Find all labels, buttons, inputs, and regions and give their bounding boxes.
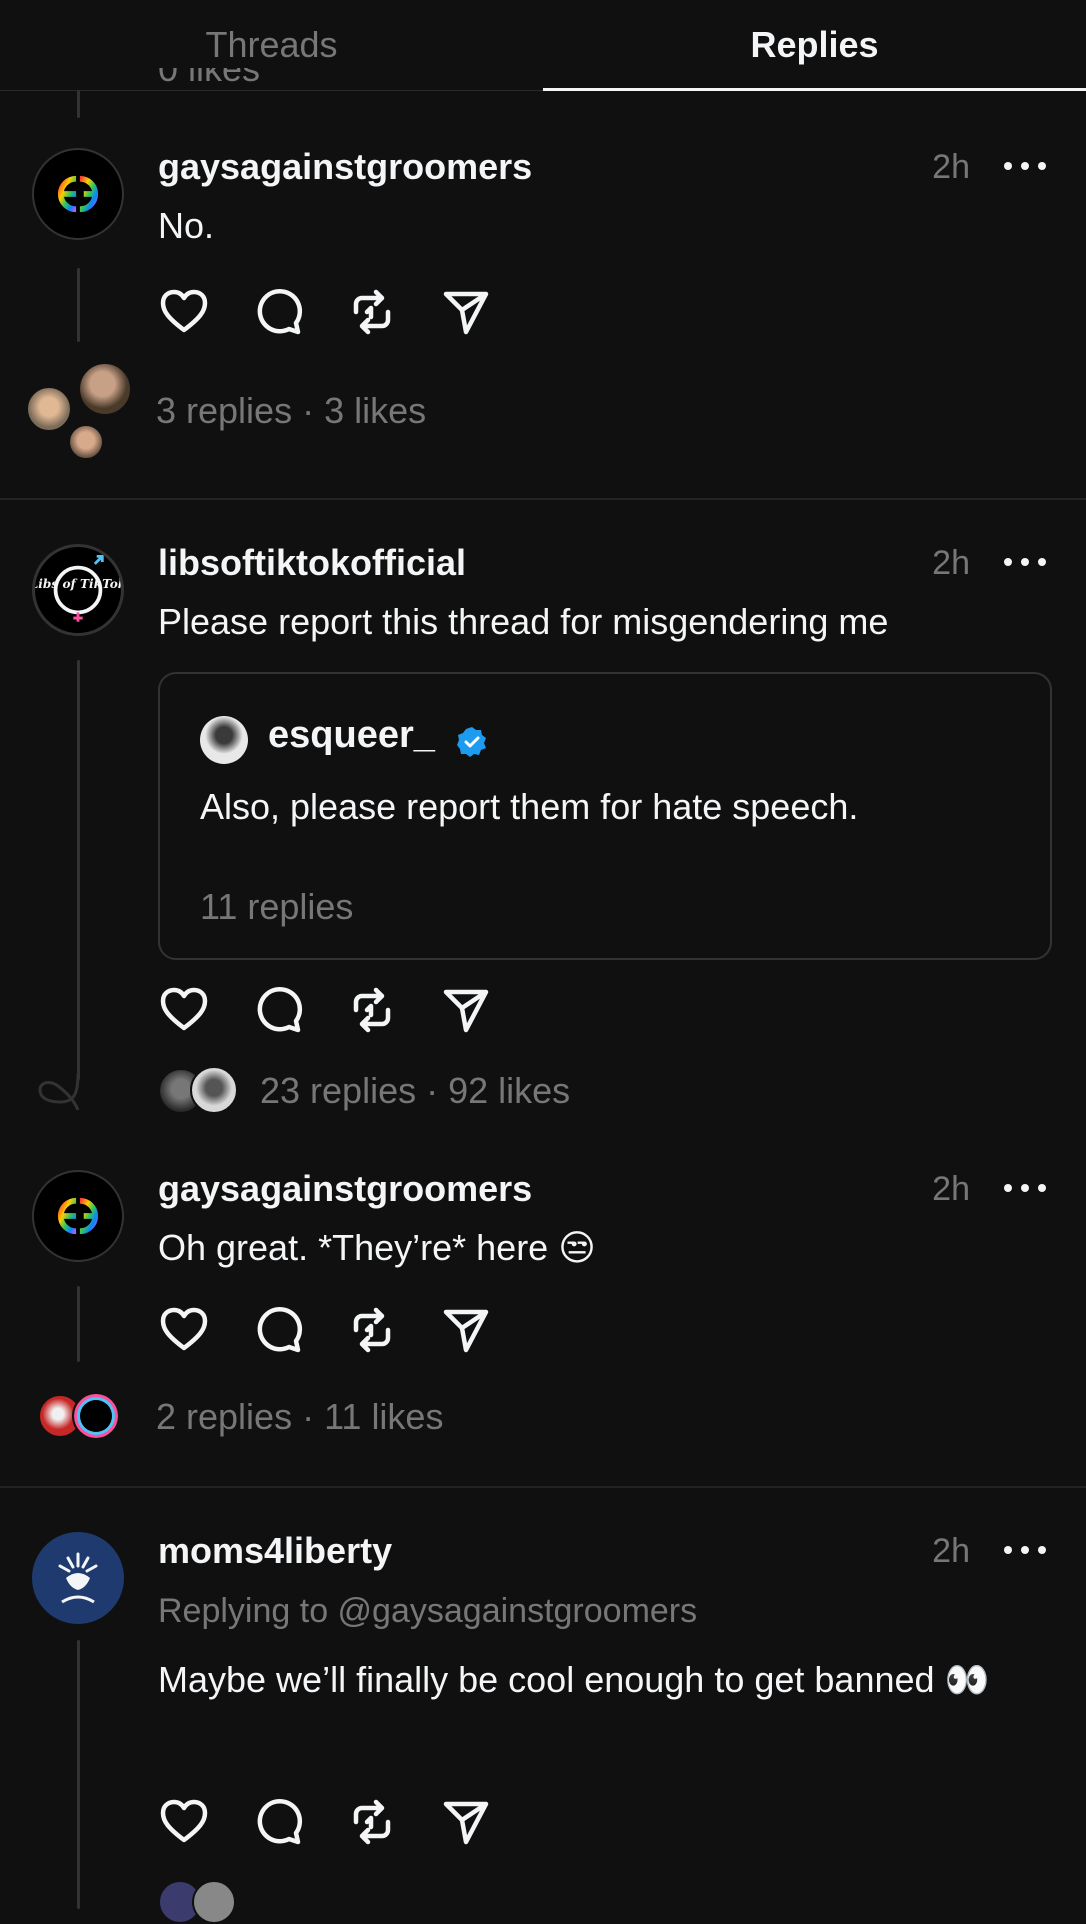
quoted-post[interactable]: esqueer_ Also, please report them for ha… — [158, 672, 1052, 960]
post-divider — [0, 1486, 1086, 1488]
share-icon[interactable] — [440, 1796, 492, 1848]
thread-connector-icon — [38, 1073, 80, 1111]
more-options-icon[interactable] — [1004, 156, 1046, 176]
post-time: 2h — [932, 1532, 970, 1570]
post-actions — [158, 286, 492, 338]
libs-of-tiktok-logo-icon: Libs of TikTok — [35, 554, 121, 622]
post-username[interactable]: libsoftiktokofficial — [158, 542, 466, 584]
thread-line — [77, 1286, 80, 1362]
repost-icon[interactable] — [346, 1796, 398, 1848]
like-icon[interactable] — [158, 1796, 210, 1848]
rainbow-logo-icon — [57, 1197, 99, 1235]
avatar-moms4liberty[interactable] — [32, 1532, 124, 1624]
post-time: 2h — [932, 1170, 970, 1208]
post-username[interactable]: moms4liberty — [158, 1530, 392, 1572]
replier-avatar — [192, 1880, 236, 1924]
comment-icon[interactable] — [252, 984, 304, 1036]
share-icon[interactable] — [440, 286, 492, 338]
thread-line — [77, 660, 80, 1080]
avatar-libsoftiktokofficial[interactable]: Libs of TikTok — [32, 544, 124, 636]
post-divider — [0, 498, 1086, 500]
comment-icon[interactable] — [252, 1304, 304, 1356]
post-text: Maybe we’ll finally be cool enough to ge… — [158, 1659, 990, 1700]
replier-avatar — [190, 1066, 238, 1114]
replier-avatar — [78, 362, 132, 416]
share-icon[interactable] — [440, 984, 492, 1036]
comment-icon[interactable] — [252, 1796, 304, 1848]
replier-avatar — [26, 386, 72, 432]
replier-avatar — [68, 424, 104, 460]
post-username[interactable]: gaysagainstgroomers — [158, 1168, 532, 1210]
thread-line — [77, 1640, 80, 1909]
clipped-likes-count: 0 likes — [158, 68, 261, 89]
post-time: 2h — [932, 544, 970, 582]
reply-like-count[interactable]: 2 replies · 11 likes — [156, 1396, 443, 1438]
tab-replies[interactable]: Replies — [543, 0, 1086, 90]
post-actions — [158, 1304, 492, 1356]
quoted-text: Also, please report them for hate speech… — [200, 786, 859, 827]
tab-threads[interactable]: Threads — [0, 0, 543, 90]
post-text: Oh great. *They’re* here 😒 — [158, 1227, 596, 1268]
like-icon[interactable] — [158, 286, 210, 338]
more-options-icon[interactable] — [1004, 552, 1046, 572]
repost-icon[interactable] — [346, 1304, 398, 1356]
repost-icon[interactable] — [346, 984, 398, 1036]
quoted-reply-count[interactable]: 11 replies — [200, 886, 353, 928]
avatar-gaysagainstgroomers[interactable] — [32, 1170, 124, 1262]
avatar-gaysagainstgroomers[interactable] — [32, 148, 124, 240]
post-username[interactable]: gaysagainstgroomers — [158, 146, 532, 188]
svg-text:Libs of TikTok: Libs of TikTok — [35, 577, 121, 591]
thread-line — [77, 90, 80, 118]
quoted-username[interactable]: esqueer_ — [268, 714, 435, 757]
post-text: No. — [158, 205, 215, 246]
post-text: Please report this thread for misgenderi… — [158, 601, 889, 642]
rainbow-logo-icon — [57, 175, 99, 213]
like-icon[interactable] — [158, 984, 210, 1036]
reply-like-count[interactable]: 3 replies · 3 likes — [156, 390, 426, 432]
post-actions — [158, 1796, 492, 1848]
comment-icon[interactable] — [252, 286, 304, 338]
repost-icon[interactable] — [346, 286, 398, 338]
post-time: 2h — [932, 148, 970, 186]
post-actions — [158, 984, 492, 1036]
replier-avatar — [72, 1392, 120, 1440]
verified-badge-icon — [457, 727, 486, 757]
replying-to-label[interactable]: Replying to @gaysagainstgroomers — [158, 1592, 697, 1631]
quoted-avatar — [200, 716, 248, 764]
reply-like-count[interactable]: 23 replies · 92 likes — [260, 1070, 570, 1112]
statue-of-liberty-icon — [58, 1552, 98, 1604]
like-icon[interactable] — [158, 1304, 210, 1356]
share-icon[interactable] — [440, 1304, 492, 1356]
active-tab-indicator — [543, 88, 1086, 91]
thread-line — [77, 268, 80, 342]
more-options-icon[interactable] — [1004, 1540, 1046, 1560]
more-options-icon[interactable] — [1004, 1178, 1046, 1198]
